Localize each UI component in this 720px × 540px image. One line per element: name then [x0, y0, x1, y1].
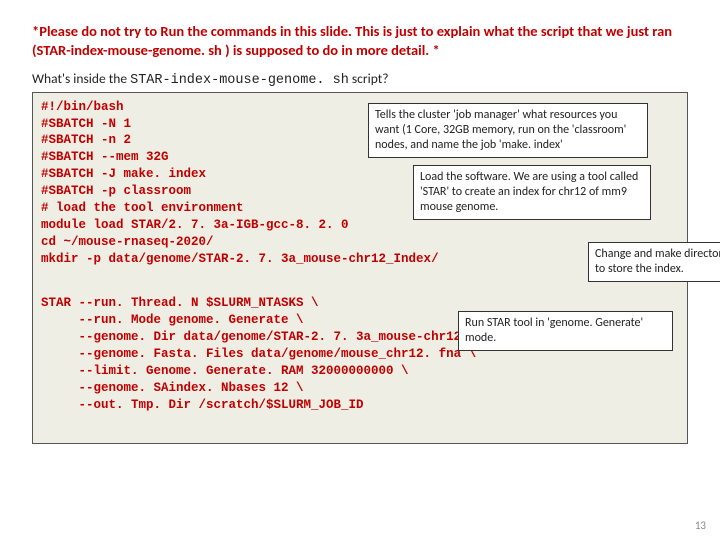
code-line: --genome. SAindex. Nbases 12 \	[41, 380, 679, 397]
code-box: #!/bin/bash #SBATCH -N 1 #SBATCH -n 2 #S…	[32, 92, 688, 444]
question-line: What's inside the STAR-index-mouse-genom…	[32, 70, 688, 88]
code-line: --limit. Genome. Generate. RAM 320000000…	[41, 363, 679, 380]
annotation-load-software: Load the software. We are using a tool c…	[413, 165, 651, 220]
question-filename: STAR-index-mouse-genome. sh	[130, 73, 349, 88]
spacer	[41, 267, 679, 281]
page-number: 13	[695, 519, 706, 532]
code-line: --out. Tmp. Dir /scratch/$SLURM_JOB_ID	[41, 397, 679, 414]
warning-text: *Please do not try to Run the commands i…	[32, 22, 688, 60]
spacer	[41, 281, 679, 295]
annotation-mkdir: Change and make directory to store the i…	[588, 242, 720, 282]
question-pre: What's inside the	[32, 70, 130, 87]
annotation-resources: Tells the cluster 'job manager' what res…	[368, 103, 648, 158]
question-post: script?	[349, 70, 389, 87]
annotation-run-star: Run STAR tool in 'genome. Generate' mode…	[458, 311, 673, 351]
code-line: mkdir -p data/genome/STAR-2. 7. 3a_mouse…	[41, 251, 679, 268]
code-line: cd ~/mouse-rnaseq-2020/	[41, 234, 679, 251]
slide: *Please do not try to Run the commands i…	[0, 0, 720, 540]
